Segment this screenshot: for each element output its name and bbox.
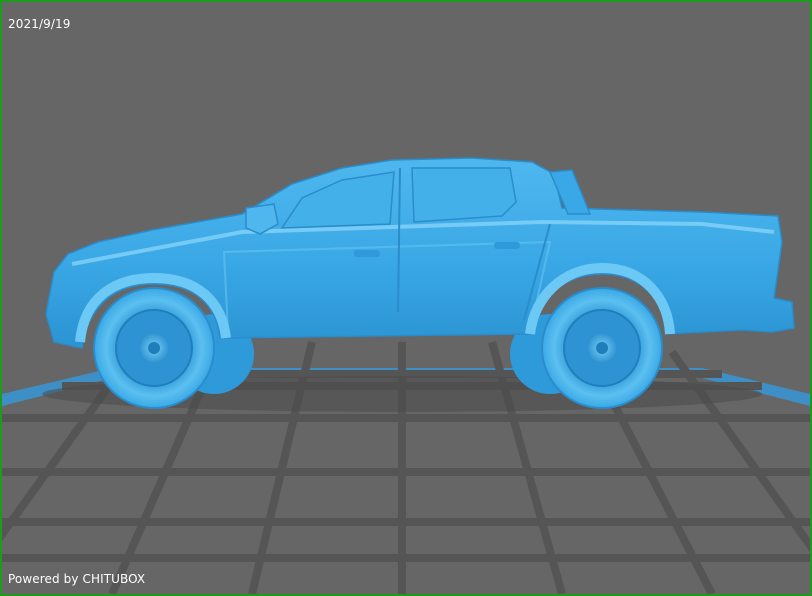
scene-canvas[interactable] (2, 2, 810, 594)
date-label: 2021/9/19 (8, 17, 71, 31)
front-wheel (93, 287, 215, 409)
rear-window (411, 167, 517, 223)
rear-wheel (541, 287, 663, 409)
viewer-3d-viewport[interactable]: 2021/9/19 Powered by CHITUBOX (0, 0, 812, 596)
door-handle-rear (494, 242, 520, 249)
door-handle-front (354, 250, 380, 257)
powered-by-label: Powered by CHITUBOX (8, 572, 146, 586)
